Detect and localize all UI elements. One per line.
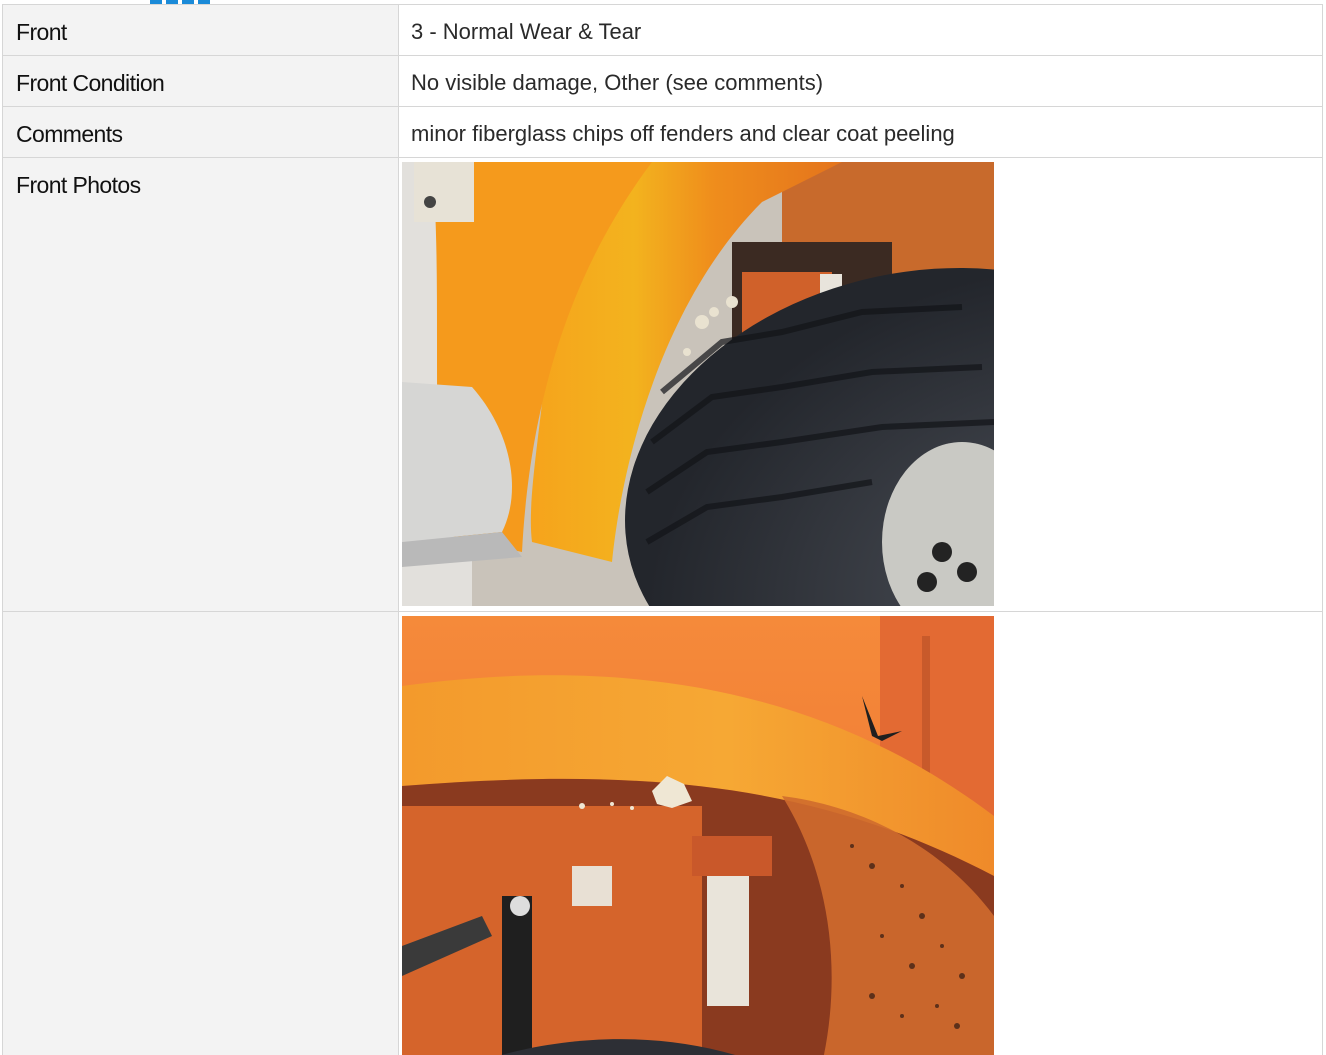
table-row: Front 3 - Normal Wear & Tear: [2, 4, 1323, 56]
row-value-front-condition: No visible damage, Other (see comments): [398, 55, 1323, 107]
row-label-front: Front: [2, 4, 399, 56]
front-inspection-table: Front 3 - Normal Wear & Tear Front Condi…: [2, 4, 1323, 1055]
row-label-front-condition: Front Condition: [2, 55, 399, 107]
fender-tire-photo-image: [402, 162, 994, 606]
photo-cell-2: [398, 611, 1323, 1055]
row-label-comments: Comments: [2, 106, 399, 158]
table-row: Comments minor fiberglass chips off fend…: [2, 106, 1323, 158]
table-row: Front Condition No visible damage, Other…: [2, 55, 1323, 107]
row-value-front: 3 - Normal Wear & Tear: [398, 4, 1323, 56]
front-photo-1[interactable]: [402, 162, 994, 606]
row-label-front-photos: Front Photos: [2, 157, 399, 612]
row-label-empty: [2, 611, 399, 1055]
table-row-photo: [2, 611, 1323, 1055]
front-photo-2[interactable]: [402, 616, 994, 1055]
fender-arch-photo-image: [402, 616, 994, 1055]
table-row-photo: Front Photos: [2, 157, 1323, 612]
photo-cell-1: [398, 157, 1323, 612]
row-value-comments: minor fiberglass chips off fenders and c…: [398, 106, 1323, 158]
inspection-report-page: Front 3 - Normal Wear & Tear Front Condi…: [0, 0, 1326, 1055]
